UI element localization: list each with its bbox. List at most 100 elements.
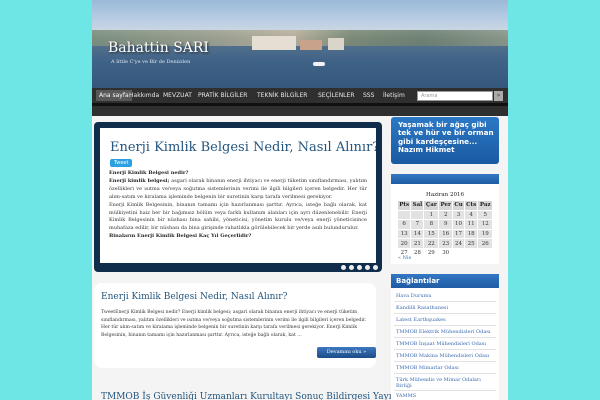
calendar-weekday: Sal xyxy=(410,200,425,211)
links-header: Bağlantılar xyxy=(391,274,499,288)
links-widget: Bağlantılar Hava Durumu Kandilli Rasatha… xyxy=(391,274,499,400)
calendar-day: 4 xyxy=(463,209,479,221)
link-item[interactable]: Türk Mühendis ve Mimar Odaları Birliği xyxy=(396,377,496,389)
calendar-day xyxy=(477,247,493,259)
calendar-week: 27 28 29 30 xyxy=(396,247,493,259)
post-title[interactable]: TMMOB İş Güvenliği Uzmanları Kurultayı S… xyxy=(101,392,423,400)
calendar-week: 20 21 22 23 24 25 26 xyxy=(396,238,493,249)
slider-dot[interactable] xyxy=(365,265,370,270)
read-more-button[interactable]: Devamını oku » xyxy=(317,347,376,358)
quote-widget: Yaşamak bir ağaç gibi tek ve hür ve bir … xyxy=(391,117,499,164)
calendar-widget: Haziran 2016 Pts Sal Çar Per Cu Cts Paz … xyxy=(391,174,499,264)
calendar-table: Pts Sal Çar Per Cu Cts Paz 1 2 3 4 5 6 7… xyxy=(396,200,493,259)
slider-dot[interactable] xyxy=(341,265,346,270)
post-excerpt: TweetEnerji Kimlik Belgesi nedir? Enerji… xyxy=(101,310,367,338)
post-title[interactable]: Enerji Kimlik Belgesi Nedir, Nasıl Alını… xyxy=(101,292,287,302)
featured-title[interactable]: Enerji Kimlik Belgesi Nedir, Nasıl Alını… xyxy=(110,140,376,155)
calendar-day: 10 xyxy=(452,219,465,230)
nav-item-contact[interactable]: İletişim xyxy=(383,92,405,99)
featured-heading: Binaların Enerji Kimlik Belgesi Kaç Yıl … xyxy=(109,233,252,240)
calendar-day: 6 xyxy=(396,219,412,230)
calendar-weekday: Çar xyxy=(423,200,440,211)
calendar-week: 1 2 3 4 5 xyxy=(396,209,493,221)
calendar-day: 14 xyxy=(410,228,425,240)
header-photo-building xyxy=(252,36,296,50)
calendar-weekday: Paz xyxy=(477,200,493,211)
calendar-day: 3 xyxy=(452,209,465,221)
featured-bold-lead: Enerji kimlik belgesi; xyxy=(109,177,170,184)
calendar-header-bar xyxy=(391,174,499,184)
calendar-day: 13 xyxy=(396,228,412,240)
calendar-day: 30 xyxy=(438,247,454,259)
featured-text: Enerji Kimlik Belgesi nedir? Enerji kiml… xyxy=(109,170,367,241)
nav-shadow-bar xyxy=(92,106,508,116)
calendar-day: 2 xyxy=(438,209,454,221)
nav-item-secilenler[interactable]: SEÇİLENLER xyxy=(318,92,354,99)
calendar-day xyxy=(410,209,425,221)
main-nav: Ana sayfa Hakkımda MEVZUAT PRATİK BİLGİL… xyxy=(92,88,508,106)
calendar-day: 23 xyxy=(438,238,454,249)
calendar-day: 19 xyxy=(477,228,493,240)
nav-item-sss[interactable]: SSS xyxy=(363,92,374,99)
links-title: Bağlantılar xyxy=(396,277,440,285)
divider xyxy=(394,390,496,391)
site-title[interactable]: Bahattin SARI xyxy=(108,40,209,56)
site-header: Bahattin SARI A little C'ye ve Bir de De… xyxy=(92,0,508,88)
quote-text: Yaşamak bir ağaç gibi tek ve hür ve bir … xyxy=(398,120,494,155)
link-item[interactable]: TMMOB İnşaat Mühendisleri Odası xyxy=(396,341,496,347)
divider xyxy=(394,301,496,302)
calendar-weekday: Pts xyxy=(396,200,412,211)
divider xyxy=(394,361,496,362)
calendar-day xyxy=(463,247,479,259)
calendar-day: 9 xyxy=(438,219,454,230)
nav-item-home[interactable]: Ana sayfa xyxy=(96,90,132,101)
calendar-day: 5 xyxy=(477,209,493,221)
calendar-day xyxy=(452,247,465,259)
nav-item-about[interactable]: Hakkımda xyxy=(129,92,159,99)
link-item[interactable]: TMMOB Makina Mühendisleri Odası xyxy=(396,353,496,359)
link-item[interactable]: TMMOB Elektrik Mühendisleri Odası xyxy=(396,329,496,335)
link-item[interactable]: TMMOB Mimarlar Odası xyxy=(396,365,496,371)
calendar-day: 17 xyxy=(452,228,465,240)
slider-dot[interactable] xyxy=(357,265,362,270)
header-photo-building xyxy=(328,38,344,50)
link-item[interactable]: Kandilli Rasathanesi xyxy=(396,305,496,311)
link-item[interactable]: Latest Earthquakes xyxy=(396,317,496,323)
calendar-weekday-row: Pts Sal Çar Per Cu Cts Paz xyxy=(396,200,493,211)
calendar-day: 11 xyxy=(463,219,479,230)
tweet-button[interactable]: Tweet xyxy=(110,159,133,167)
divider xyxy=(394,337,496,338)
calendar-day: 16 xyxy=(438,228,454,240)
calendar-prev-link[interactable]: « Nis xyxy=(398,255,411,261)
calendar-weekday: Per xyxy=(438,200,454,211)
page-wrapper: Bahattin SARI A little C'ye ve Bir de De… xyxy=(92,0,508,400)
calendar-day: 15 xyxy=(423,228,440,240)
calendar-day: 12 xyxy=(477,219,493,230)
featured-paragraph: Enerji Kimlik Belgesinin, binanın tamamı… xyxy=(109,201,367,232)
slider-dot[interactable] xyxy=(349,265,354,270)
slider-dot[interactable] xyxy=(373,265,378,270)
calendar-day: 22 xyxy=(423,238,440,249)
link-item[interactable]: YAMMS xyxy=(396,393,496,399)
divider xyxy=(394,349,496,350)
calendar-day: 21 xyxy=(410,238,425,249)
divider xyxy=(394,373,496,374)
post-card: Enerji Kimlik Belgesi Nedir, Nasıl Alını… xyxy=(94,283,376,368)
header-photo-building xyxy=(300,40,322,50)
nav-item-teknik[interactable]: TEKNİK BİLGİLER xyxy=(257,92,307,99)
calendar-caption: Haziran 2016 xyxy=(426,192,464,198)
search-input[interactable]: Arama xyxy=(417,91,493,101)
calendar-day: 1 xyxy=(423,209,440,221)
calendar-day: 20 xyxy=(396,238,412,249)
calendar-day: 26 xyxy=(477,238,493,249)
nav-item-pratik[interactable]: PRATİK BİLGİLER xyxy=(198,92,247,99)
featured-slide: Enerji Kimlik Belgesi Nedir, Nasıl Alını… xyxy=(100,128,376,263)
header-photo-boat xyxy=(313,62,325,66)
calendar-day: 7 xyxy=(410,219,425,230)
calendar-weekday: Cts xyxy=(463,200,479,211)
nav-item-mevzuat[interactable]: MEVZUAT xyxy=(163,92,192,99)
link-item[interactable]: Hava Durumu xyxy=(396,293,496,299)
search-button[interactable]: » xyxy=(494,91,503,101)
divider xyxy=(394,325,496,326)
site-tagline: A little C'ye ve Bir de Denizden xyxy=(111,59,191,65)
